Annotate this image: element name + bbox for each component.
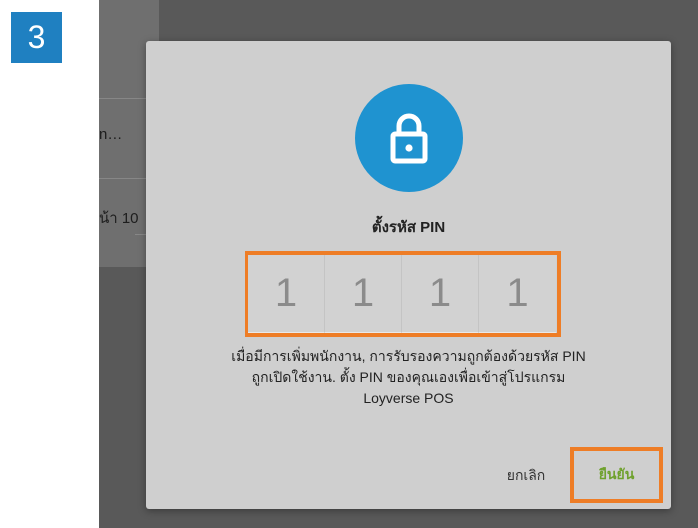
set-pin-dialog: ตั้งรหัส PIN 1 1 1 1 เมื่อมีการเพิ่มพนัก… xyxy=(146,41,671,509)
dialog-title: ตั้งรหัส PIN xyxy=(371,219,446,236)
pin-digit-field[interactable]: 1 xyxy=(325,255,402,333)
pin-digit-field[interactable]: 1 xyxy=(402,255,479,333)
pin-input-group: 1 1 1 1 xyxy=(248,255,556,333)
app-screen-overlay: n… น้า 10 ตั้งรหัส PIN 1 1 1 1 เมื่อมีกา… xyxy=(99,0,698,528)
description-line: ถูกเปิดใช้งาน. ตั้ง PIN ของคุณเองเพื่อเข… xyxy=(251,369,566,385)
confirm-button[interactable]: ยืนยัน xyxy=(570,447,663,503)
cancel-button[interactable]: ยกเลิก xyxy=(491,459,561,493)
description-line: เมื่อมีการเพิ่มพนักงาน, การรับรองความถูก… xyxy=(231,348,586,364)
pin-description: เมื่อมีการเพิ่มพนักงาน, การรับรองความถูก… xyxy=(166,346,651,409)
step-number-badge: 3 xyxy=(11,12,62,63)
pin-digit-field[interactable]: 1 xyxy=(479,255,556,333)
background-list-item: น้า 10 xyxy=(99,210,139,227)
background-list-item: n… xyxy=(99,126,123,143)
lock-icon xyxy=(355,84,463,192)
pin-digit-field[interactable]: 1 xyxy=(248,255,325,333)
description-line: Loyverse POS xyxy=(363,390,454,406)
